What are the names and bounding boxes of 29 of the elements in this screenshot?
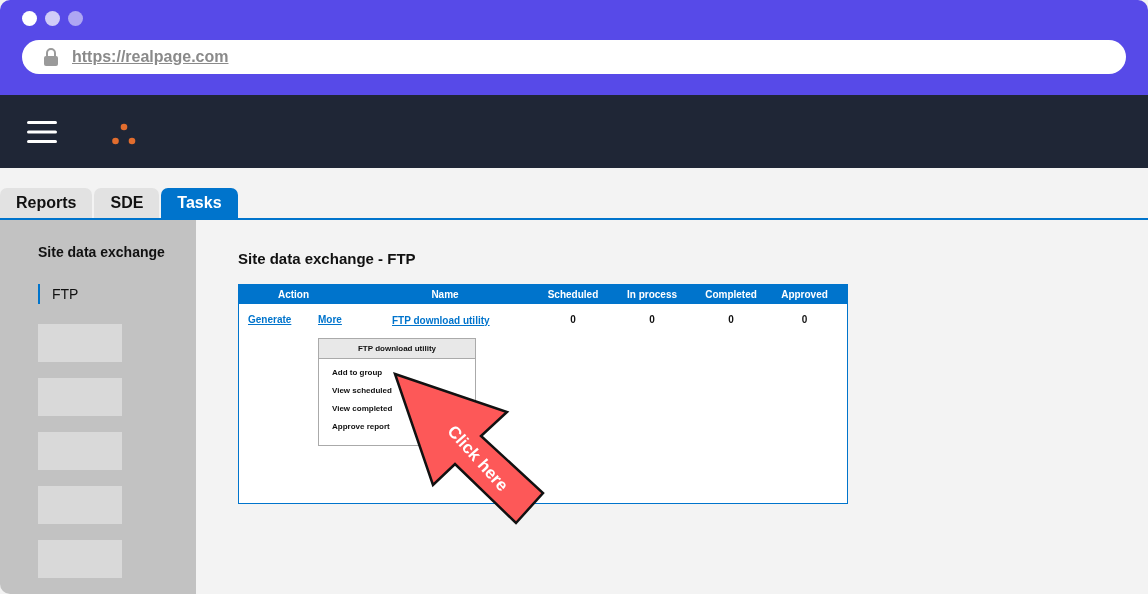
column-header: Scheduled	[546, 289, 600, 300]
page-title: Site data exchange - FTP	[238, 250, 417, 267]
column-header: Approved	[780, 289, 829, 300]
table-cell-text: 0	[648, 313, 656, 325]
table-cell-text: 0	[727, 313, 735, 325]
sidebar-title: Site data exchange	[38, 244, 166, 260]
table-cell-text: 0	[800, 313, 809, 325]
menu-item[interactable]: View scheduled	[332, 385, 392, 397]
lock-icon	[44, 48, 58, 66]
column-header: In process	[626, 289, 678, 300]
menu-item[interactable]: Add to group	[332, 367, 383, 379]
name-link[interactable]: FTP download utility	[392, 315, 490, 326]
action-link[interactable]: More	[318, 313, 342, 325]
menu-icon[interactable]	[27, 119, 57, 144]
action-link[interactable]: Generate	[248, 313, 318, 325]
column-header: Name	[430, 289, 460, 300]
tab[interactable]: Reports	[0, 188, 93, 218]
menu-item[interactable]: View completed	[332, 403, 393, 415]
close-dot-icon[interactable]	[22, 11, 37, 26]
menu-item[interactable]: Approve report	[332, 421, 390, 433]
tab[interactable]: SDE	[94, 188, 160, 218]
column-header: Action	[276, 289, 311, 300]
table-cell-text: 0	[569, 313, 577, 325]
column-header: Completed	[704, 289, 758, 300]
tab[interactable]: Tasks	[161, 188, 238, 218]
maximize-dot-icon[interactable]	[68, 11, 83, 26]
sidebar-item[interactable]: FTP	[38, 284, 196, 304]
minimize-dot-icon[interactable]	[45, 11, 60, 26]
menu-title: FTP download utility	[319, 339, 475, 359]
